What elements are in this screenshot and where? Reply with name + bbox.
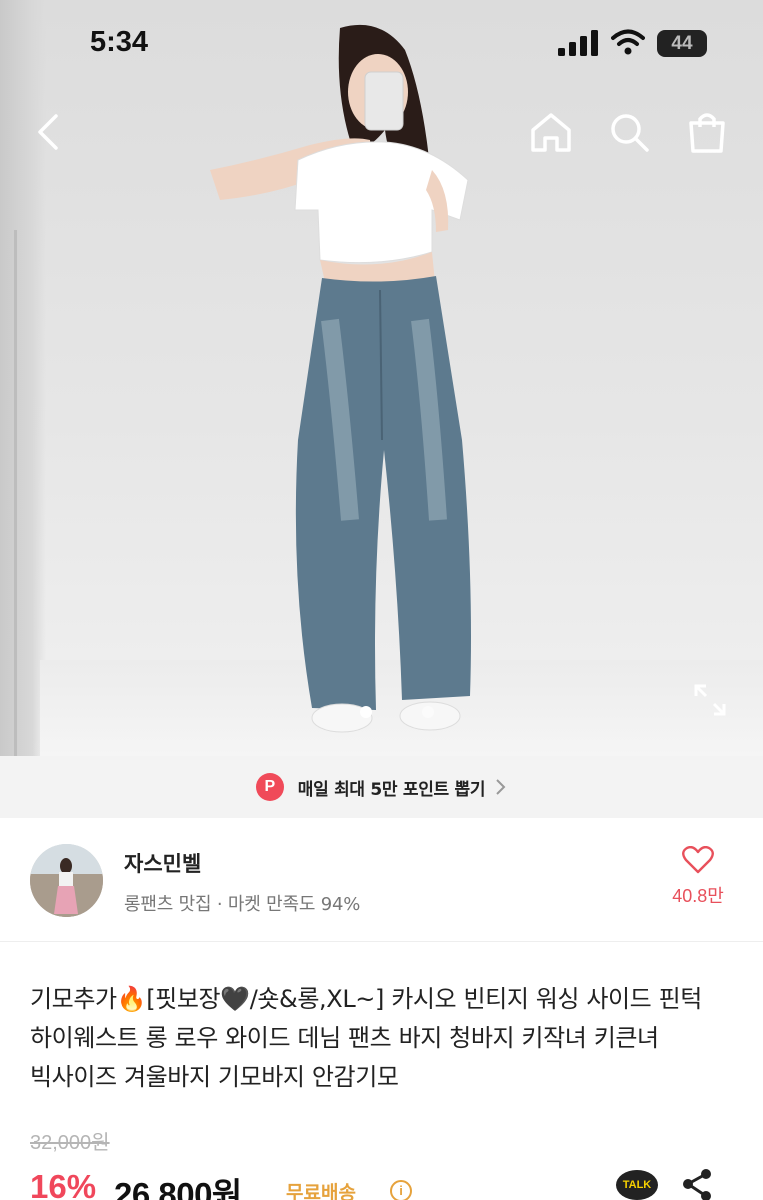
point-promo-text: 매일 최대 5만 포인트 뽑기 — [297, 779, 486, 800]
home-icon — [531, 113, 571, 152]
model-illustration — [210, 24, 471, 733]
seller-name[interactable]: 자스민벨 — [124, 848, 201, 878]
discount-rate: 16% — [30, 1168, 97, 1200]
status-bar: 5:34 44 — [0, 0, 763, 90]
shopping-bag-icon — [689, 113, 725, 153]
seller-avatar-image — [30, 844, 103, 917]
original-price: 32,000원 — [30, 1132, 110, 1154]
wifi-icon — [611, 29, 645, 55]
seller-section[interactable]: 자스민벨 롱팬츠 맛집 · 마켓 만족도 94% 40.8만 — [0, 818, 763, 942]
share-button[interactable] — [680, 1168, 716, 1200]
cart-button[interactable] — [681, 106, 733, 158]
sale-price: 26,800원 — [114, 1176, 242, 1200]
info-icon[interactable]: i — [390, 1180, 412, 1200]
status-time: 5:34 — [90, 26, 149, 58]
back-button[interactable] — [22, 106, 74, 158]
chevron-left-icon — [38, 114, 58, 150]
search-button[interactable] — [603, 106, 655, 158]
heart-icon — [682, 845, 714, 874]
like-button[interactable]: 40.8만 — [660, 845, 736, 918]
search-icon — [611, 114, 649, 152]
battery-indicator: 44 — [657, 30, 707, 57]
point-promo-banner[interactable]: P 매일 최대 5만 포인트 뽑기 — [0, 756, 763, 818]
cellular-signal-icon — [558, 30, 598, 56]
share-icon — [683, 1169, 711, 1200]
kakao-talk-button[interactable]: TALK — [616, 1170, 658, 1200]
seller-avatar[interactable] — [30, 844, 103, 917]
seller-meta: 롱팬츠 맛집 · 마켓 만족도 94% — [124, 894, 361, 915]
wall-line — [14, 230, 17, 756]
free-shipping-label: 무료배송 — [286, 1182, 356, 1200]
expand-icon — [694, 684, 726, 716]
pagination-dot-active — [360, 706, 372, 718]
expand-button[interactable] — [688, 678, 732, 722]
home-button[interactable] — [525, 106, 577, 158]
image-pagination — [356, 702, 436, 722]
like-count: 40.8만 — [672, 886, 724, 906]
point-badge: P — [255, 773, 284, 801]
product-title: 기모추가🔥[핏보장🖤/숏&롱,XL~] 카시오 빈티지 워싱 사이드 핀턱 하이… — [30, 985, 702, 1091]
pagination-dot — [422, 706, 434, 718]
chevron-right-icon — [496, 779, 506, 795]
